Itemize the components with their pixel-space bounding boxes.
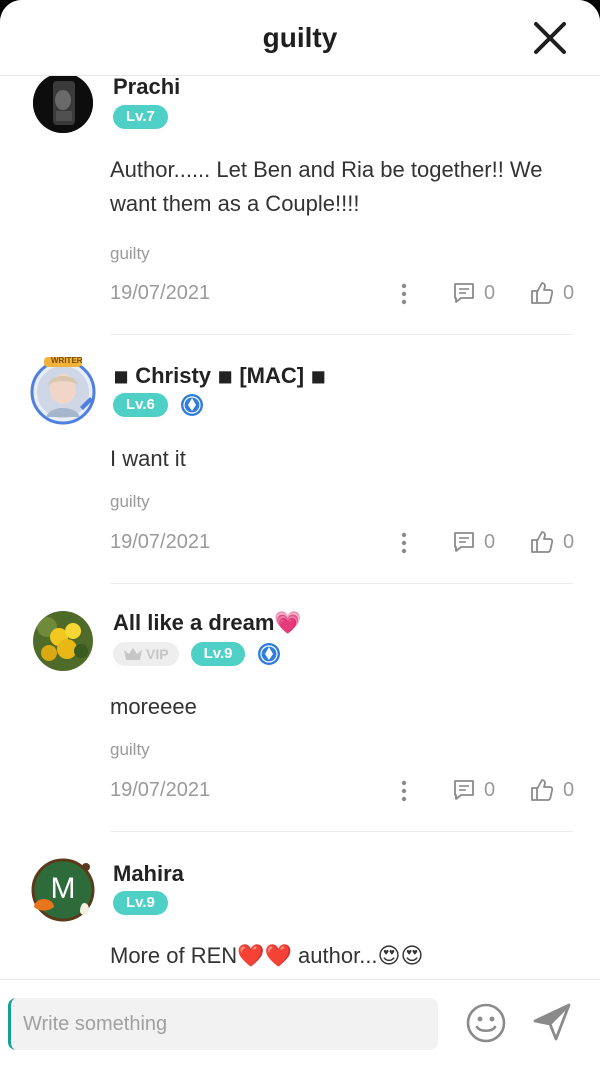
close-button[interactable] xyxy=(530,18,570,58)
comment-text: More of REN❤️❤️ author...😍😍 xyxy=(110,943,424,968)
sheet-header: guilty xyxy=(0,0,600,76)
badge-row: Lv.7 xyxy=(113,105,168,129)
avatar-letter: M xyxy=(50,872,76,905)
divider xyxy=(110,583,573,584)
comment-item: Prachi Lv.7 Author...... Let Ben and Ria… xyxy=(0,76,600,336)
vip-label: VIP xyxy=(146,646,169,662)
reply-button[interactable]: 0 xyxy=(452,528,495,556)
author-badge-icon xyxy=(258,643,281,665)
more-options-button[interactable] xyxy=(394,531,414,555)
close-icon xyxy=(534,22,566,54)
reply-count: 0 xyxy=(484,530,496,553)
send-button[interactable] xyxy=(532,1002,572,1042)
badge-row: VIP Lv.9 xyxy=(113,642,281,666)
crown-icon xyxy=(124,648,142,660)
smiley-icon xyxy=(466,1003,506,1043)
more-vertical-icon xyxy=(401,780,407,802)
comments-sheet: guilty Prachi Lv.7 Author...... Let Ben … xyxy=(0,0,600,1067)
like-button[interactable]: 0 xyxy=(529,528,574,556)
send-icon xyxy=(533,1003,571,1041)
emoji-button[interactable] xyxy=(465,1002,507,1044)
comment-icon xyxy=(454,283,474,303)
comment-item: All like a dream💗 VIP Lv.9 moreeee guilt… xyxy=(0,608,600,856)
thumbs-up-icon xyxy=(531,531,554,553)
comment-tag[interactable]: guilty xyxy=(110,492,150,512)
comment-text: moreeee xyxy=(110,694,197,719)
more-options-button[interactable] xyxy=(394,779,414,803)
more-vertical-icon xyxy=(401,283,407,305)
avatar[interactable]: M xyxy=(31,858,95,922)
like-button[interactable]: 0 xyxy=(529,776,574,804)
badge-row: Lv.6 xyxy=(113,393,204,417)
vip-badge: VIP xyxy=(113,642,179,666)
thumbs-up-icon xyxy=(531,779,554,801)
more-options-button[interactable] xyxy=(394,282,414,306)
comment-text: Author...... Let Ben and Ria be together… xyxy=(110,157,543,216)
sheet-title: guilty xyxy=(262,22,338,53)
avatar[interactable] xyxy=(33,76,93,133)
like-count: 0 xyxy=(563,281,575,304)
comment-icon xyxy=(454,780,474,800)
divider xyxy=(110,831,573,832)
level-badge: Lv.7 xyxy=(113,105,168,129)
thumbs-up-icon xyxy=(531,282,554,304)
reply-count: 0 xyxy=(484,281,496,304)
level-badge: Lv.6 xyxy=(113,393,168,417)
username[interactable]: All like a dream💗 xyxy=(113,610,302,636)
level-badge: Lv.9 xyxy=(113,891,168,915)
comment-list[interactable]: Prachi Lv.7 Author...... Let Ben and Ria… xyxy=(0,76,600,979)
reply-count: 0 xyxy=(484,778,496,801)
like-count: 0 xyxy=(563,530,575,553)
comment-input-bar xyxy=(0,979,600,1067)
avatar[interactable]: WRITER xyxy=(30,356,96,425)
username[interactable]: ◾ Christy ◾ [MAC] ◾ xyxy=(113,363,326,389)
comment-date: 19/07/2021 xyxy=(110,282,211,304)
like-button[interactable]: 0 xyxy=(529,279,574,307)
reply-button[interactable]: 0 xyxy=(452,776,495,804)
comment-tag[interactable]: guilty xyxy=(110,740,150,760)
divider xyxy=(110,334,573,335)
comment-date: 19/07/2021 xyxy=(110,779,211,801)
username[interactable]: Prachi xyxy=(113,76,180,100)
comment-tag[interactable]: guilty xyxy=(110,244,150,264)
comment-input[interactable] xyxy=(8,998,438,1050)
like-count: 0 xyxy=(563,778,575,801)
badge-row: Lv.9 xyxy=(113,891,168,915)
avatar[interactable] xyxy=(33,611,93,671)
username[interactable]: Mahira xyxy=(113,861,184,887)
reply-button[interactable]: 0 xyxy=(452,279,495,307)
comment-item: WRITER ◾ Christy ◾ [MAC] ◾ Lv.6 I want i… xyxy=(0,356,600,608)
writer-frame-label: WRITER xyxy=(51,356,83,365)
comment-item: M Mahira Lv.9 More of REN❤️❤️ author...😍… xyxy=(0,858,600,979)
comment-date: 19/07/2021 xyxy=(110,531,211,553)
level-badge: Lv.9 xyxy=(190,642,246,666)
comment-icon xyxy=(454,532,474,552)
more-vertical-icon xyxy=(401,532,407,554)
author-badge-icon xyxy=(180,394,203,416)
comment-text: I want it xyxy=(110,446,186,471)
